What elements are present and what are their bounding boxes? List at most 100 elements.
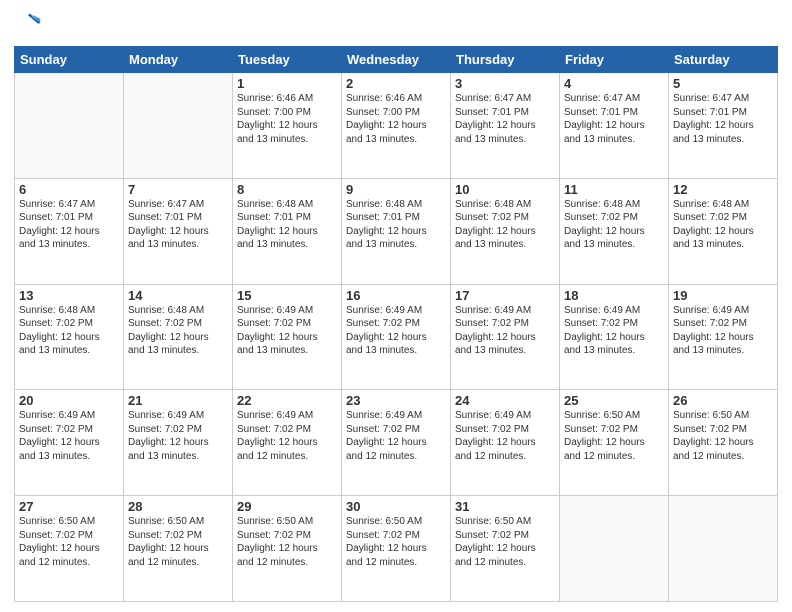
calendar-cell: 13Sunrise: 6:48 AM Sunset: 7:02 PM Dayli… bbox=[15, 284, 124, 390]
day-info: Sunrise: 6:48 AM Sunset: 7:02 PM Dayligh… bbox=[673, 198, 773, 252]
day-info: Sunrise: 6:49 AM Sunset: 7:02 PM Dayligh… bbox=[455, 304, 555, 358]
day-number: 8 bbox=[237, 182, 337, 197]
calendar-cell: 18Sunrise: 6:49 AM Sunset: 7:02 PM Dayli… bbox=[560, 284, 669, 390]
weekday-header-monday: Monday bbox=[124, 47, 233, 73]
calendar-week-row: 20Sunrise: 6:49 AM Sunset: 7:02 PM Dayli… bbox=[15, 390, 778, 496]
logo bbox=[14, 10, 46, 38]
calendar-cell: 7Sunrise: 6:47 AM Sunset: 7:01 PM Daylig… bbox=[124, 178, 233, 284]
day-number: 16 bbox=[346, 288, 446, 303]
calendar-cell: 28Sunrise: 6:50 AM Sunset: 7:02 PM Dayli… bbox=[124, 496, 233, 602]
day-number: 27 bbox=[19, 499, 119, 514]
day-info: Sunrise: 6:46 AM Sunset: 7:00 PM Dayligh… bbox=[237, 92, 337, 146]
day-number: 6 bbox=[19, 182, 119, 197]
day-number: 26 bbox=[673, 393, 773, 408]
calendar-cell bbox=[560, 496, 669, 602]
day-number: 15 bbox=[237, 288, 337, 303]
calendar-week-row: 27Sunrise: 6:50 AM Sunset: 7:02 PM Dayli… bbox=[15, 496, 778, 602]
calendar-cell: 1Sunrise: 6:46 AM Sunset: 7:00 PM Daylig… bbox=[233, 73, 342, 179]
day-info: Sunrise: 6:47 AM Sunset: 7:01 PM Dayligh… bbox=[673, 92, 773, 146]
day-info: Sunrise: 6:49 AM Sunset: 7:02 PM Dayligh… bbox=[346, 409, 446, 463]
day-number: 31 bbox=[455, 499, 555, 514]
calendar-cell: 30Sunrise: 6:50 AM Sunset: 7:02 PM Dayli… bbox=[342, 496, 451, 602]
day-info: Sunrise: 6:48 AM Sunset: 7:01 PM Dayligh… bbox=[346, 198, 446, 252]
day-info: Sunrise: 6:47 AM Sunset: 7:01 PM Dayligh… bbox=[455, 92, 555, 146]
header bbox=[14, 10, 778, 38]
day-number: 21 bbox=[128, 393, 228, 408]
calendar-cell: 3Sunrise: 6:47 AM Sunset: 7:01 PM Daylig… bbox=[451, 73, 560, 179]
calendar-cell: 2Sunrise: 6:46 AM Sunset: 7:00 PM Daylig… bbox=[342, 73, 451, 179]
weekday-header-friday: Friday bbox=[560, 47, 669, 73]
day-info: Sunrise: 6:49 AM Sunset: 7:02 PM Dayligh… bbox=[564, 304, 664, 358]
day-info: Sunrise: 6:46 AM Sunset: 7:00 PM Dayligh… bbox=[346, 92, 446, 146]
day-info: Sunrise: 6:50 AM Sunset: 7:02 PM Dayligh… bbox=[673, 409, 773, 463]
calendar-cell: 25Sunrise: 6:50 AM Sunset: 7:02 PM Dayli… bbox=[560, 390, 669, 496]
calendar-cell bbox=[124, 73, 233, 179]
day-info: Sunrise: 6:49 AM Sunset: 7:02 PM Dayligh… bbox=[237, 304, 337, 358]
logo-icon bbox=[14, 10, 42, 38]
day-number: 1 bbox=[237, 76, 337, 91]
calendar-cell: 19Sunrise: 6:49 AM Sunset: 7:02 PM Dayli… bbox=[669, 284, 778, 390]
calendar-cell: 8Sunrise: 6:48 AM Sunset: 7:01 PM Daylig… bbox=[233, 178, 342, 284]
calendar-cell: 4Sunrise: 6:47 AM Sunset: 7:01 PM Daylig… bbox=[560, 73, 669, 179]
day-number: 2 bbox=[346, 76, 446, 91]
day-info: Sunrise: 6:50 AM Sunset: 7:02 PM Dayligh… bbox=[19, 515, 119, 569]
day-number: 12 bbox=[673, 182, 773, 197]
day-info: Sunrise: 6:49 AM Sunset: 7:02 PM Dayligh… bbox=[19, 409, 119, 463]
day-info: Sunrise: 6:50 AM Sunset: 7:02 PM Dayligh… bbox=[455, 515, 555, 569]
day-info: Sunrise: 6:50 AM Sunset: 7:02 PM Dayligh… bbox=[346, 515, 446, 569]
day-info: Sunrise: 6:48 AM Sunset: 7:02 PM Dayligh… bbox=[128, 304, 228, 358]
calendar-cell: 14Sunrise: 6:48 AM Sunset: 7:02 PM Dayli… bbox=[124, 284, 233, 390]
day-number: 19 bbox=[673, 288, 773, 303]
day-number: 17 bbox=[455, 288, 555, 303]
calendar-cell: 10Sunrise: 6:48 AM Sunset: 7:02 PM Dayli… bbox=[451, 178, 560, 284]
calendar-cell: 11Sunrise: 6:48 AM Sunset: 7:02 PM Dayli… bbox=[560, 178, 669, 284]
day-info: Sunrise: 6:48 AM Sunset: 7:02 PM Dayligh… bbox=[564, 198, 664, 252]
day-number: 14 bbox=[128, 288, 228, 303]
day-info: Sunrise: 6:50 AM Sunset: 7:02 PM Dayligh… bbox=[237, 515, 337, 569]
day-info: Sunrise: 6:47 AM Sunset: 7:01 PM Dayligh… bbox=[128, 198, 228, 252]
day-info: Sunrise: 6:49 AM Sunset: 7:02 PM Dayligh… bbox=[455, 409, 555, 463]
calendar-table: SundayMondayTuesdayWednesdayThursdayFrid… bbox=[14, 46, 778, 602]
day-number: 10 bbox=[455, 182, 555, 197]
calendar-week-row: 13Sunrise: 6:48 AM Sunset: 7:02 PM Dayli… bbox=[15, 284, 778, 390]
weekday-header-tuesday: Tuesday bbox=[233, 47, 342, 73]
calendar-cell: 9Sunrise: 6:48 AM Sunset: 7:01 PM Daylig… bbox=[342, 178, 451, 284]
calendar-cell: 22Sunrise: 6:49 AM Sunset: 7:02 PM Dayli… bbox=[233, 390, 342, 496]
calendar-header-row: SundayMondayTuesdayWednesdayThursdayFrid… bbox=[15, 47, 778, 73]
calendar-cell: 21Sunrise: 6:49 AM Sunset: 7:02 PM Dayli… bbox=[124, 390, 233, 496]
day-number: 11 bbox=[564, 182, 664, 197]
day-number: 29 bbox=[237, 499, 337, 514]
calendar-cell: 20Sunrise: 6:49 AM Sunset: 7:02 PM Dayli… bbox=[15, 390, 124, 496]
day-info: Sunrise: 6:48 AM Sunset: 7:01 PM Dayligh… bbox=[237, 198, 337, 252]
calendar-cell: 6Sunrise: 6:47 AM Sunset: 7:01 PM Daylig… bbox=[15, 178, 124, 284]
day-number: 28 bbox=[128, 499, 228, 514]
day-number: 9 bbox=[346, 182, 446, 197]
day-number: 23 bbox=[346, 393, 446, 408]
day-info: Sunrise: 6:48 AM Sunset: 7:02 PM Dayligh… bbox=[19, 304, 119, 358]
day-number: 18 bbox=[564, 288, 664, 303]
calendar-cell: 26Sunrise: 6:50 AM Sunset: 7:02 PM Dayli… bbox=[669, 390, 778, 496]
day-info: Sunrise: 6:48 AM Sunset: 7:02 PM Dayligh… bbox=[455, 198, 555, 252]
day-info: Sunrise: 6:49 AM Sunset: 7:02 PM Dayligh… bbox=[673, 304, 773, 358]
weekday-header-thursday: Thursday bbox=[451, 47, 560, 73]
day-info: Sunrise: 6:50 AM Sunset: 7:02 PM Dayligh… bbox=[128, 515, 228, 569]
calendar-cell: 12Sunrise: 6:48 AM Sunset: 7:02 PM Dayli… bbox=[669, 178, 778, 284]
day-number: 13 bbox=[19, 288, 119, 303]
calendar-week-row: 6Sunrise: 6:47 AM Sunset: 7:01 PM Daylig… bbox=[15, 178, 778, 284]
calendar-cell: 16Sunrise: 6:49 AM Sunset: 7:02 PM Dayli… bbox=[342, 284, 451, 390]
weekday-header-saturday: Saturday bbox=[669, 47, 778, 73]
day-number: 30 bbox=[346, 499, 446, 514]
day-info: Sunrise: 6:49 AM Sunset: 7:02 PM Dayligh… bbox=[346, 304, 446, 358]
calendar-cell bbox=[669, 496, 778, 602]
day-info: Sunrise: 6:47 AM Sunset: 7:01 PM Dayligh… bbox=[19, 198, 119, 252]
calendar-cell: 17Sunrise: 6:49 AM Sunset: 7:02 PM Dayli… bbox=[451, 284, 560, 390]
day-info: Sunrise: 6:50 AM Sunset: 7:02 PM Dayligh… bbox=[564, 409, 664, 463]
calendar-cell: 5Sunrise: 6:47 AM Sunset: 7:01 PM Daylig… bbox=[669, 73, 778, 179]
calendar-cell: 31Sunrise: 6:50 AM Sunset: 7:02 PM Dayli… bbox=[451, 496, 560, 602]
day-number: 25 bbox=[564, 393, 664, 408]
calendar-cell bbox=[15, 73, 124, 179]
day-number: 24 bbox=[455, 393, 555, 408]
weekday-header-sunday: Sunday bbox=[15, 47, 124, 73]
calendar-week-row: 1Sunrise: 6:46 AM Sunset: 7:00 PM Daylig… bbox=[15, 73, 778, 179]
day-number: 20 bbox=[19, 393, 119, 408]
